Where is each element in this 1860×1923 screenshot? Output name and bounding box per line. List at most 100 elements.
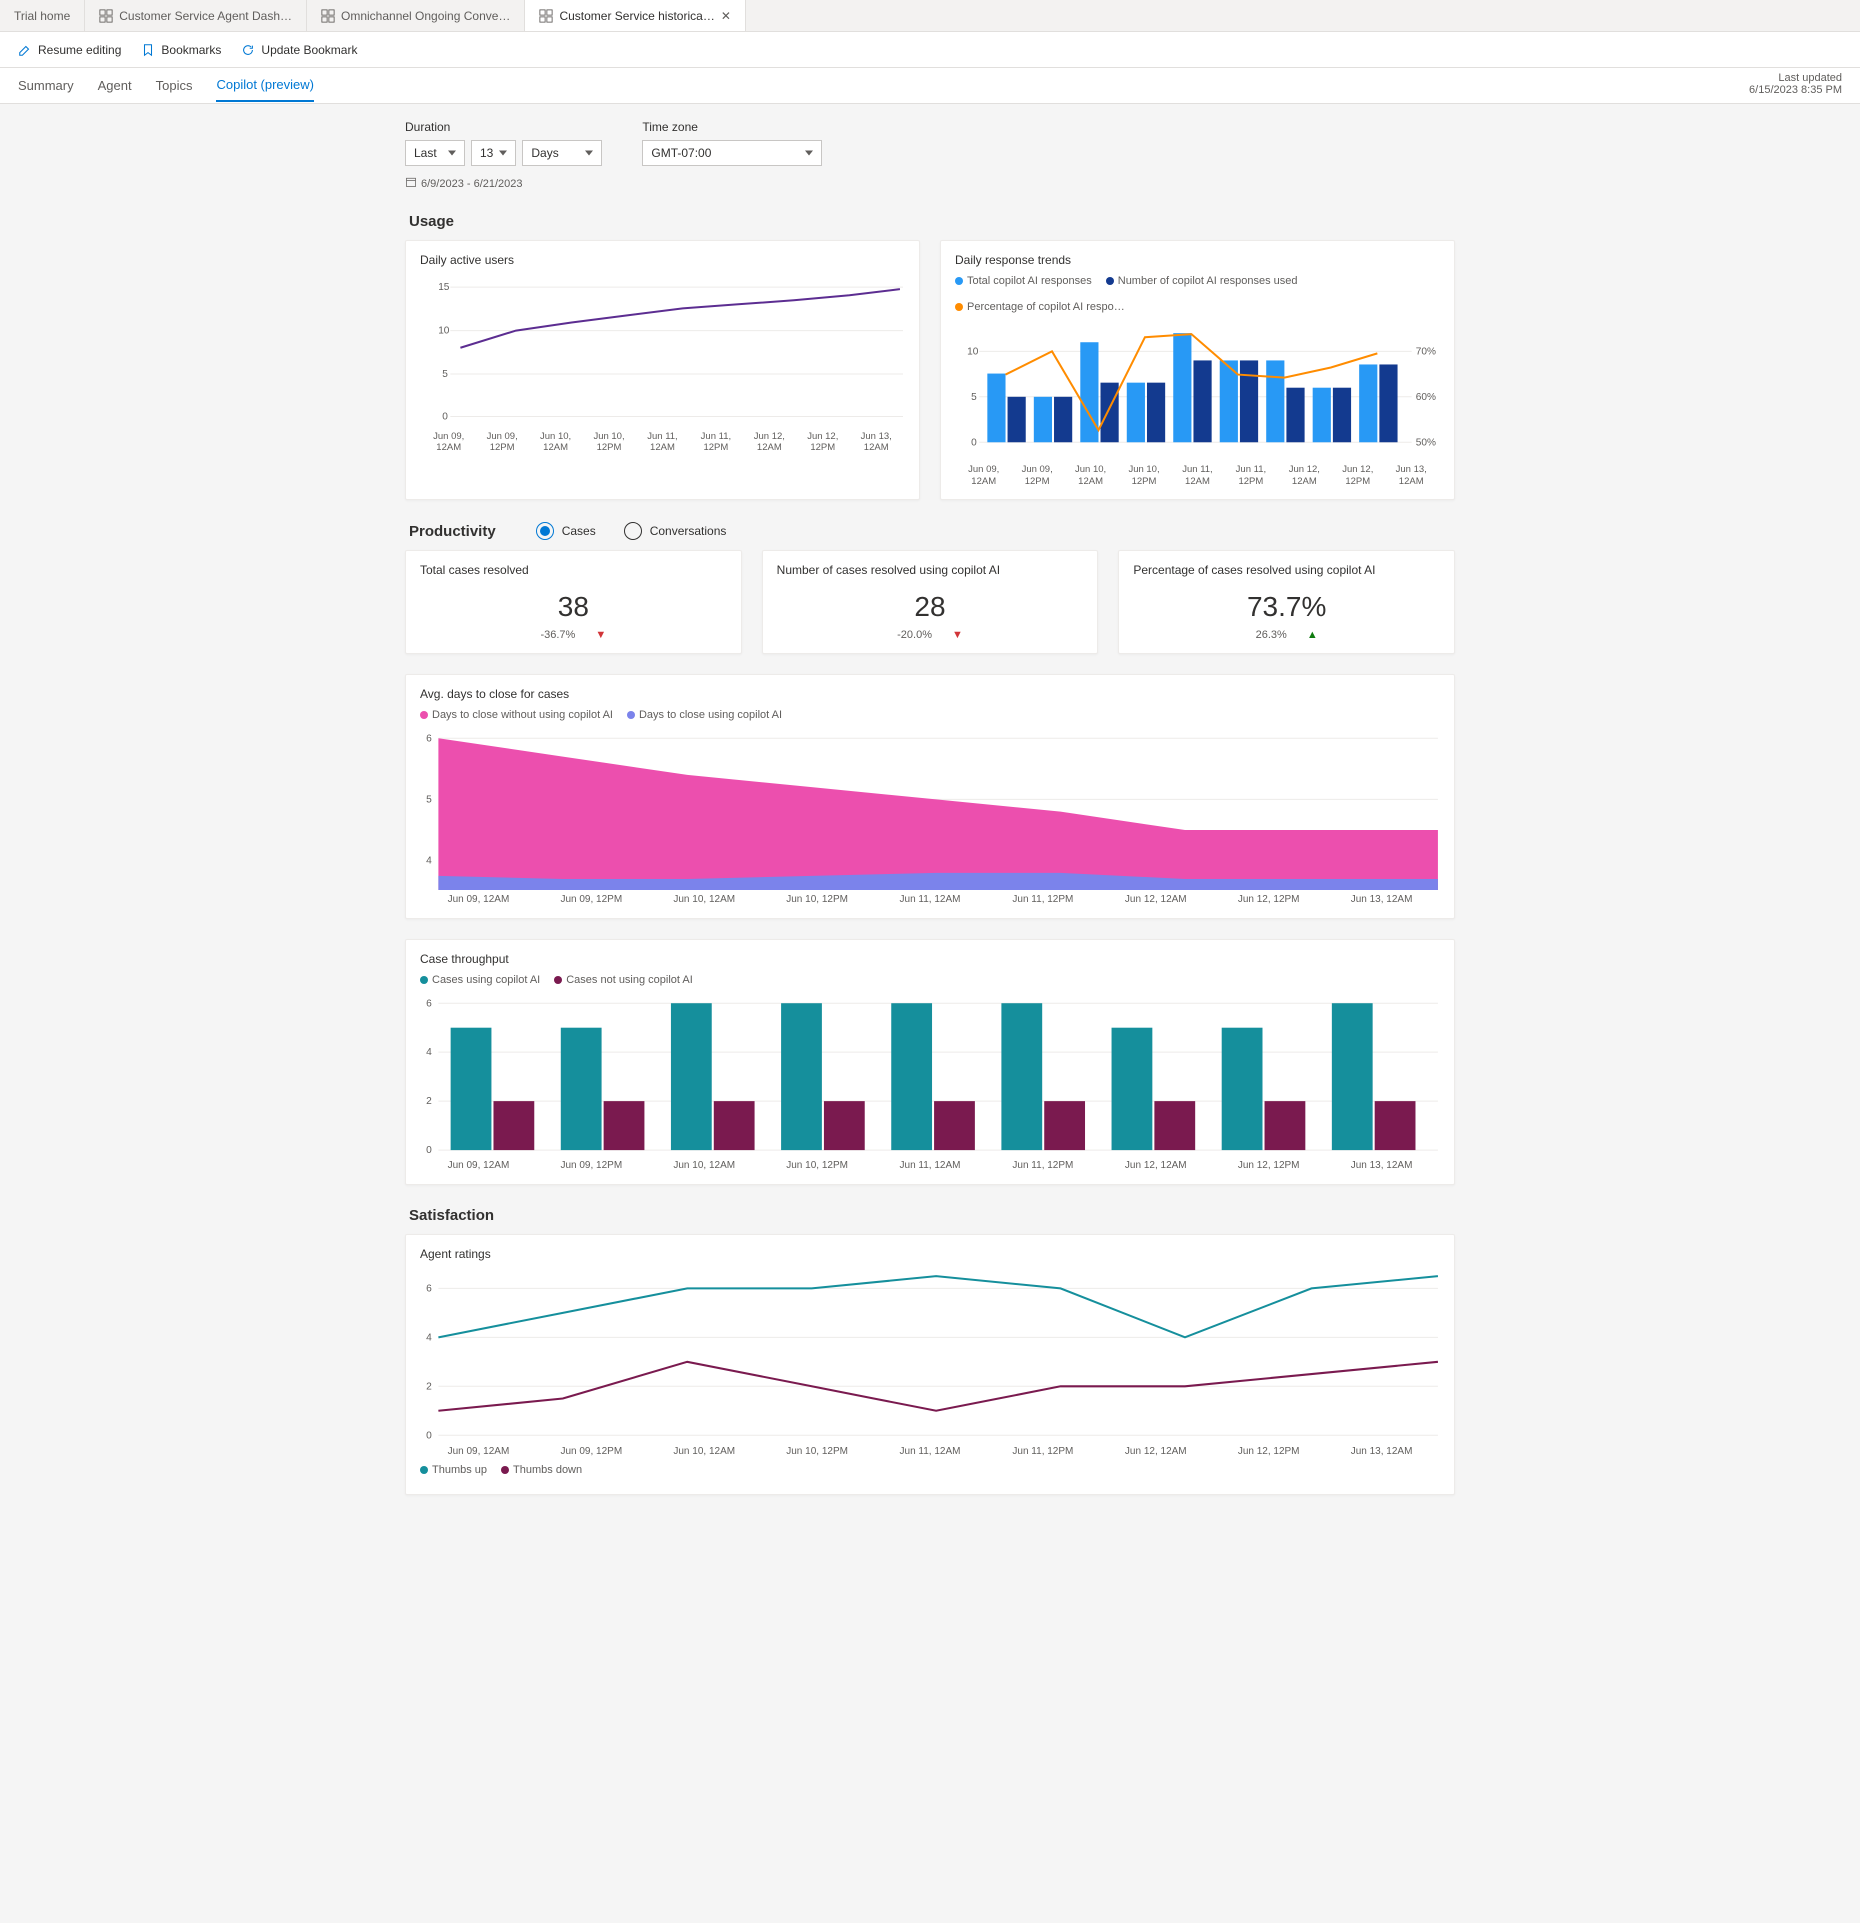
card-title: Avg. days to close for cases: [420, 687, 1440, 701]
kpi-value: 28: [777, 591, 1084, 623]
svg-text:50%: 50%: [1416, 437, 1436, 448]
app-tab-omnichannel[interactable]: Omnichannel Ongoing Conve…: [307, 0, 525, 31]
date-range: 6/9/2023 - 6/21/2023: [405, 176, 602, 191]
chart-agent-ratings: 6 4 2 0 Jun 09, 12AMJun 09, 12PMJun 10, …: [420, 1269, 1440, 1458]
tab-copilot[interactable]: Copilot (preview): [216, 69, 314, 102]
card-title: Daily response trends: [955, 253, 1440, 267]
card-case-throughput: Case throughput Cases using copilot AI C…: [405, 939, 1455, 1184]
kpi-title: Total cases resolved: [420, 563, 727, 577]
dashboard-icon: [99, 9, 113, 23]
chart-daily-active-users: 15 10 5 0 Jun 09, 12AMJun 09, 12PMJun 10…: [420, 275, 905, 453]
duration-relative-select[interactable]: Last: [405, 140, 465, 166]
button-label: Bookmarks: [161, 43, 221, 57]
tab-label: Trial home: [14, 9, 70, 23]
svg-text:60%: 60%: [1416, 392, 1436, 403]
svg-text:0: 0: [971, 437, 977, 448]
radio-cases[interactable]: Cases: [536, 522, 596, 540]
svg-text:10: 10: [438, 326, 450, 337]
svg-text:5: 5: [426, 795, 432, 806]
card-title: Daily active users: [420, 253, 905, 267]
last-updated-value: 6/15/2023 8:35 PM: [1749, 84, 1842, 96]
kpi-change: -20.0% ▼: [777, 629, 1084, 641]
tab-summary[interactable]: Summary: [18, 70, 74, 101]
chart-legend: Cases using copilot AI Cases not using c…: [420, 974, 1440, 986]
update-bookmark-button[interactable]: Update Bookmark: [241, 43, 357, 57]
x-axis-labels: Jun 09, 12AMJun 09, 12PMJun 10, 12AMJun …: [955, 460, 1440, 487]
app-tab-cs-dashboard[interactable]: Customer Service Agent Dash…: [85, 0, 307, 31]
card-daily-response-trends: Daily response trends Total copilot AI r…: [940, 240, 1455, 500]
chart-legend: Days to close without using copilot AI D…: [420, 709, 1440, 721]
svg-text:15: 15: [438, 282, 450, 293]
last-updated: Last updated 6/15/2023 8:35 PM: [1749, 72, 1842, 96]
svg-text:6: 6: [426, 999, 432, 1010]
chart-daily-response-trends: 10 5 0 70% 60% 50%: [955, 319, 1440, 487]
duration-label: Duration: [405, 120, 602, 134]
svg-text:2: 2: [426, 1381, 432, 1392]
tab-label: Omnichannel Ongoing Conve…: [341, 9, 510, 23]
svg-text:0: 0: [426, 1430, 432, 1441]
card-agent-ratings: Agent ratings 6 4 2 0 Jun 09, 12AMJun 09…: [405, 1234, 1455, 1495]
card-daily-active-users: Daily active users 15 10 5 0 Jun 09, 12A…: [405, 240, 920, 500]
svg-text:4: 4: [426, 1332, 432, 1343]
app-tab-strip: Trial home Customer Service Agent Dash… …: [0, 0, 1860, 32]
timezone-label: Time zone: [642, 120, 822, 134]
app-tab-trial-home[interactable]: Trial home: [0, 0, 85, 31]
radio-conversations[interactable]: Conversations: [624, 522, 727, 540]
trend-up-icon: ▲: [1307, 629, 1318, 641]
chart-legend: Thumbs up Thumbs down: [420, 1464, 1440, 1476]
button-label: Resume editing: [38, 43, 121, 57]
tab-label: Customer Service historica…: [559, 9, 714, 23]
kpi-pct-cases: Percentage of cases resolved using copil…: [1118, 550, 1455, 654]
close-icon[interactable]: ✕: [721, 9, 731, 23]
card-avg-days-to-close: Avg. days to close for cases Days to clo…: [405, 674, 1455, 919]
kpi-change: 26.3% ▲: [1133, 629, 1440, 641]
svg-text:4: 4: [426, 1048, 432, 1059]
svg-text:4: 4: [426, 856, 432, 867]
section-satisfaction-heading: Satisfaction: [409, 1207, 1455, 1224]
kpi-title: Number of cases resolved using copilot A…: [777, 563, 1084, 577]
section-usage-heading: Usage: [409, 213, 1455, 230]
last-updated-label: Last updated: [1749, 72, 1842, 84]
resume-editing-button[interactable]: Resume editing: [18, 43, 121, 57]
x-axis-labels: Jun 09, 12AMJun 09, 12PMJun 10, 12AMJun …: [420, 427, 905, 454]
chart-throughput: 6 4 2 0 Jun 09, 12AMJun 09, 12PMJun 10, …: [420, 992, 1440, 1171]
app-tab-cs-historical[interactable]: Customer Service historica… ✕: [525, 0, 745, 31]
filters-row: Duration Last 13 Days 6/9/2023 - 6/21/20…: [405, 120, 1455, 191]
section-productivity-heading: Productivity Cases Conversations: [409, 522, 1455, 540]
duration-number-select[interactable]: 13: [471, 140, 516, 166]
card-title: Case throughput: [420, 952, 1440, 966]
x-axis-labels: Jun 09, 12AMJun 09, 12PMJun 10, 12AMJun …: [420, 890, 1440, 906]
svg-text:10: 10: [967, 346, 979, 357]
toolbar: Resume editing Bookmarks Update Bookmark: [0, 32, 1860, 68]
bookmarks-button[interactable]: Bookmarks: [141, 43, 221, 57]
tab-topics[interactable]: Topics: [156, 70, 193, 101]
pencil-icon: [18, 43, 32, 57]
svg-text:0: 0: [442, 411, 448, 422]
kpi-change: -36.7% ▼: [420, 629, 727, 641]
chart-legend: Total copilot AI responses Number of cop…: [955, 275, 1440, 313]
kpi-ai-cases: Number of cases resolved using copilot A…: [762, 550, 1099, 654]
x-axis-labels: Jun 09, 12AMJun 09, 12PMJun 10, 12AMJun …: [420, 1442, 1440, 1458]
kpi-value: 38: [420, 591, 727, 623]
svg-text:0: 0: [426, 1146, 432, 1156]
svg-text:2: 2: [426, 1097, 432, 1108]
chart-avg-days: 6 5 4 Jun 09, 12AMJun 09, 12PMJun 10, 12…: [420, 727, 1440, 906]
report-tabs: Summary Agent Topics Copilot (preview) L…: [0, 68, 1860, 104]
bookmark-icon: [141, 43, 155, 57]
duration-unit-select[interactable]: Days: [522, 140, 602, 166]
svg-text:70%: 70%: [1416, 346, 1436, 357]
calendar-icon: [405, 176, 417, 191]
refresh-icon: [241, 43, 255, 57]
timezone-select[interactable]: GMT-07:00: [642, 140, 822, 166]
button-label: Update Bookmark: [261, 43, 357, 57]
svg-text:6: 6: [426, 734, 432, 745]
tab-label: Customer Service Agent Dash…: [119, 9, 292, 23]
date-range-text: 6/9/2023 - 6/21/2023: [421, 178, 523, 190]
svg-text:5: 5: [442, 369, 448, 380]
svg-text:5: 5: [971, 392, 977, 403]
dashboard-icon: [539, 9, 553, 23]
kpi-title: Percentage of cases resolved using copil…: [1133, 563, 1440, 577]
trend-down-icon: ▼: [595, 629, 606, 641]
tab-agent[interactable]: Agent: [98, 70, 132, 101]
x-axis-labels: Jun 09, 12AMJun 09, 12PMJun 10, 12AMJun …: [420, 1156, 1440, 1172]
